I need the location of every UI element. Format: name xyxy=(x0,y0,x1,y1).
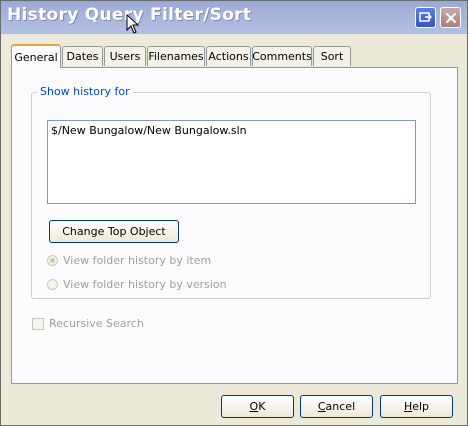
help-mnemonic: H xyxy=(403,400,413,413)
title-bar[interactable]: History Query Filter/Sort xyxy=(1,1,467,34)
tab-users[interactable]: Users xyxy=(104,46,146,66)
mouse-pointer-icon xyxy=(126,14,140,34)
radio-view-by-item[interactable]: View folder history by item xyxy=(47,254,211,267)
group-label: Show history for xyxy=(37,85,133,98)
tab-actions[interactable]: Actions xyxy=(206,46,251,66)
close-icon xyxy=(445,12,456,23)
radio-button-icon xyxy=(47,279,58,290)
radio-label: View folder history by item xyxy=(63,254,212,267)
tab-label: General xyxy=(14,50,58,64)
tab-label: Comments xyxy=(252,50,312,63)
cancel-mnemonic: C xyxy=(317,400,326,413)
radio-label: View folder history by version xyxy=(63,278,227,291)
list-item[interactable]: $/New Bungalow/New Bungalow.sln xyxy=(51,124,247,137)
ok-button[interactable]: OK xyxy=(221,395,294,418)
tab-filenames[interactable]: Filenames xyxy=(147,46,205,66)
tab-dates[interactable]: Dates xyxy=(62,46,103,66)
restore-button[interactable] xyxy=(415,7,436,28)
checkbox-label: Recursive Search xyxy=(49,317,144,330)
tab-label: Sort xyxy=(320,50,344,63)
tab-label: Filenames xyxy=(148,50,204,63)
history-target-listbox[interactable]: $/New Bungalow/New Bungalow.sln xyxy=(47,120,416,204)
change-top-object-button[interactable]: Change Top Object xyxy=(49,220,179,243)
dialog-window: History Query Filter/Sort General Dates … xyxy=(0,0,468,426)
tab-label: Users xyxy=(109,50,141,63)
help-button[interactable]: Help xyxy=(380,395,453,418)
help-label: elp xyxy=(412,400,430,413)
cancel-button[interactable]: Cancel xyxy=(300,395,373,418)
restore-icon xyxy=(419,12,432,22)
tab-sort[interactable]: Sort xyxy=(313,46,351,66)
recursive-search-checkbox[interactable]: Recursive Search xyxy=(32,317,144,330)
ok-mnemonic: O xyxy=(249,400,259,413)
cancel-label: ancel xyxy=(325,400,356,413)
tab-comments[interactable]: Comments xyxy=(252,46,312,66)
tab-label: Actions xyxy=(208,50,249,63)
close-button[interactable] xyxy=(440,7,461,28)
checkbox-icon xyxy=(32,317,44,330)
radio-button-icon xyxy=(47,255,58,266)
ok-label: K xyxy=(258,400,266,413)
radio-view-by-version[interactable]: View folder history by version xyxy=(47,278,227,291)
tab-label: Dates xyxy=(66,50,99,63)
radio-selected-dot xyxy=(50,258,55,263)
tab-general[interactable]: General xyxy=(11,44,61,68)
button-label: Change Top Object xyxy=(62,225,166,238)
